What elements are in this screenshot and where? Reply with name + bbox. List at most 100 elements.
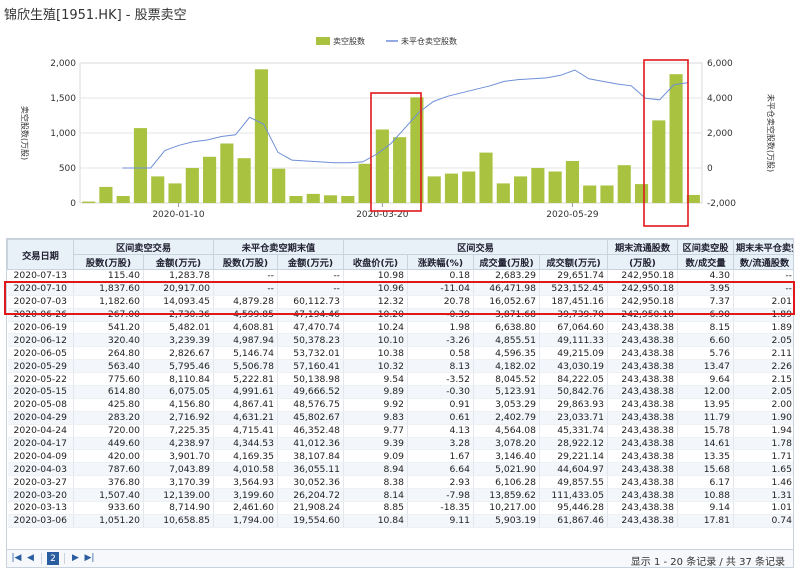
table-cell: --	[733, 282, 793, 296]
bar-mark[interactable]	[237, 158, 251, 203]
table-cell: 1,507.40	[73, 488, 144, 503]
subheader-open-amount[interactable]: 金额(万元)	[277, 254, 344, 270]
bar-mark[interactable]	[133, 128, 148, 203]
bar-mark[interactable]	[168, 183, 182, 203]
bar-mark[interactable]	[220, 143, 234, 204]
bar-mark[interactable]	[116, 196, 130, 203]
table-cell: 187,451.16	[539, 295, 608, 309]
subheader-volume[interactable]: 成交量(万股)	[473, 254, 540, 270]
table-row[interactable]: 2020-05-08 425.80 4,156.80 4,867.41 48,576.7…	[7, 398, 793, 412]
table-cell: 10.20	[343, 308, 408, 322]
table-cell: 13.95	[677, 398, 734, 412]
bar-mark[interactable]	[427, 176, 441, 203]
table-cell: 6.17	[677, 475, 734, 490]
bar-mark[interactable]	[289, 196, 303, 203]
table-row[interactable]: 2020-04-17 449.60 4,238.97 4,344.53 41,012.3…	[7, 437, 793, 451]
table-cell: 9.83	[343, 411, 408, 425]
table-cell: 15.68	[677, 462, 734, 477]
bar-mark[interactable]	[254, 69, 268, 203]
table-row[interactable]: 2020-04-09 420.00 3,901.70 4,169.35 38,107.8…	[7, 449, 793, 464]
legend-label-short-shares: 卖空股数	[333, 36, 365, 46]
table-cell: 243,438.38	[607, 372, 678, 387]
table-row[interactable]: 2020-05-15 614.80 6,075.05 4,991.61 49,666.5…	[7, 385, 793, 399]
table-cell: 8.14	[343, 488, 408, 503]
table-cell: 84,222.05	[539, 372, 608, 387]
table-row[interactable]: 2020-03-06 1,051.20 10,658.85 1,794.00 19,55…	[7, 514, 793, 528]
bar-mark[interactable]	[548, 171, 562, 204]
table-cell: 10.88	[677, 488, 734, 503]
bar-mark[interactable]	[600, 185, 614, 204]
table-cell: 5,222.81	[213, 372, 278, 387]
header-date[interactable]: 交易日期	[7, 239, 74, 270]
next-page-icon[interactable]: ▶	[70, 553, 81, 564]
table-row[interactable]: 2020-03-27 376.80 3,170.39 3,564.93 30,052.3…	[7, 475, 793, 490]
table-cell: 10.96	[343, 282, 408, 296]
bar-mark[interactable]	[358, 163, 372, 203]
table-row[interactable]: 2020-05-29 563.40 5,795.46 5,506.78 57,160.4…	[7, 359, 793, 374]
x-tick-label: 2020-05-29	[546, 210, 599, 220]
table-row[interactable]: 2020-07-10 1,837.60 20,917.00 -- -- 10.96 -11.…	[7, 282, 793, 296]
table-cell: 1.46	[733, 475, 793, 490]
bar-mark[interactable]	[531, 168, 545, 203]
table-row[interactable]: 2020-07-03 1,182.60 14,093.45 4,879.28 60,11…	[7, 295, 793, 309]
table-row[interactable]: 2020-07-13 115.40 1,283.78 -- -- 10.98 0.18 2,6…	[7, 269, 793, 283]
header-open-ratio[interactable]: 期末未平仓卖空股	[733, 239, 793, 255]
table-row[interactable]: 2020-03-13 933.60 8,714.90 2,461.60 21,908.2…	[7, 501, 793, 515]
bar-mark[interactable]	[323, 195, 338, 203]
table-cell: 2020-06-19	[7, 321, 74, 335]
subheader-shares[interactable]: 股数(万股)	[73, 254, 144, 270]
bar-mark[interactable]	[393, 137, 407, 203]
bar-mark[interactable]	[272, 168, 286, 203]
table-cell: 243,438.38	[607, 475, 678, 490]
bar-mark[interactable]	[185, 168, 199, 203]
subheader-short-ratio: 数/成交量	[677, 254, 734, 270]
subheader-close[interactable]: 收盘价(元)	[343, 254, 408, 270]
bar-mark[interactable]	[565, 161, 579, 203]
table-cell: 3,871.68	[473, 308, 540, 322]
table-row[interactable]: 2020-03-20 1,507.40 12,139.00 3,199.60 26,20…	[7, 488, 793, 503]
bar-mark[interactable]	[669, 74, 683, 203]
bar-mark[interactable]	[444, 173, 459, 203]
bar-mark[interactable]	[82, 201, 96, 203]
bar-mark[interactable]	[479, 152, 493, 203]
last-page-icon[interactable]: ▶|	[84, 553, 95, 564]
table-cell: 50,138.98	[277, 372, 344, 387]
table-cell: 243,438.38	[607, 488, 678, 503]
table-row[interactable]: 2020-06-05 264.80 2,826.67 5,146.74 53,732.0…	[7, 346, 793, 361]
bar-mark[interactable]	[617, 165, 631, 203]
bar-mark[interactable]	[375, 129, 389, 204]
subheader-turnover[interactable]: 成交额(万元)	[539, 254, 608, 270]
bar-mark[interactable]	[151, 176, 165, 203]
bar-mark[interactable]	[634, 184, 649, 203]
table-row[interactable]: 2020-06-12 320.40 3,239.39 4,987.94 50,378.2…	[7, 333, 793, 348]
bar-mark[interactable]	[496, 183, 510, 203]
table-cell: 0.61	[407, 411, 474, 425]
bar-mark[interactable]	[583, 185, 597, 204]
table-cell: 2,402.79	[473, 411, 540, 425]
table-cell: 2020-04-24	[7, 424, 74, 438]
subheader-amount[interactable]: 金额(万元)	[143, 254, 214, 270]
table-row[interactable]: 2020-04-03 787.60 7,043.89 4,010.58 36,055.1…	[7, 462, 793, 477]
table-cell: 2.00	[733, 398, 793, 412]
table-cell: 60,112.73	[277, 295, 344, 309]
first-page-icon[interactable]: |◀	[11, 553, 22, 564]
header-float-shares[interactable]: 期末流通股数	[607, 239, 678, 255]
bar-mark[interactable]	[514, 176, 528, 203]
subheader-change[interactable]: 涨跌幅(%)	[407, 254, 474, 270]
table-row[interactable]: 2020-04-24 720.00 7,225.35 4,715.41 46,352.4…	[7, 424, 793, 438]
table-row[interactable]: 2020-04-29 283.20 2,716.92 4,631.21 45,802.6…	[7, 411, 793, 425]
page-number[interactable]: 2	[47, 552, 59, 565]
bar-mark[interactable]	[462, 171, 476, 204]
bar-mark[interactable]	[306, 193, 320, 203]
bar-mark[interactable]	[652, 120, 666, 203]
table-row[interactable]: 2020-06-19 541.20 5,482.01 4,608.81 47,470.7…	[7, 321, 793, 335]
prev-page-icon[interactable]: ◀	[25, 553, 36, 564]
subheader-open-shares[interactable]: 股数(万股)	[213, 254, 278, 270]
bar-mark[interactable]	[203, 156, 217, 203]
bar-mark[interactable]	[99, 186, 113, 203]
table-cell: 9.11	[407, 514, 474, 528]
bar-mark[interactable]	[341, 196, 355, 203]
table-row[interactable]: 2020-06-26 267.00 2,730.36 4,599.85 47,194.4…	[7, 308, 793, 322]
header-short-ratio[interactable]: 区间卖空股	[677, 239, 734, 255]
table-row[interactable]: 2020-05-22 775.60 8,110.84 5,222.81 50,138.9…	[7, 372, 793, 387]
